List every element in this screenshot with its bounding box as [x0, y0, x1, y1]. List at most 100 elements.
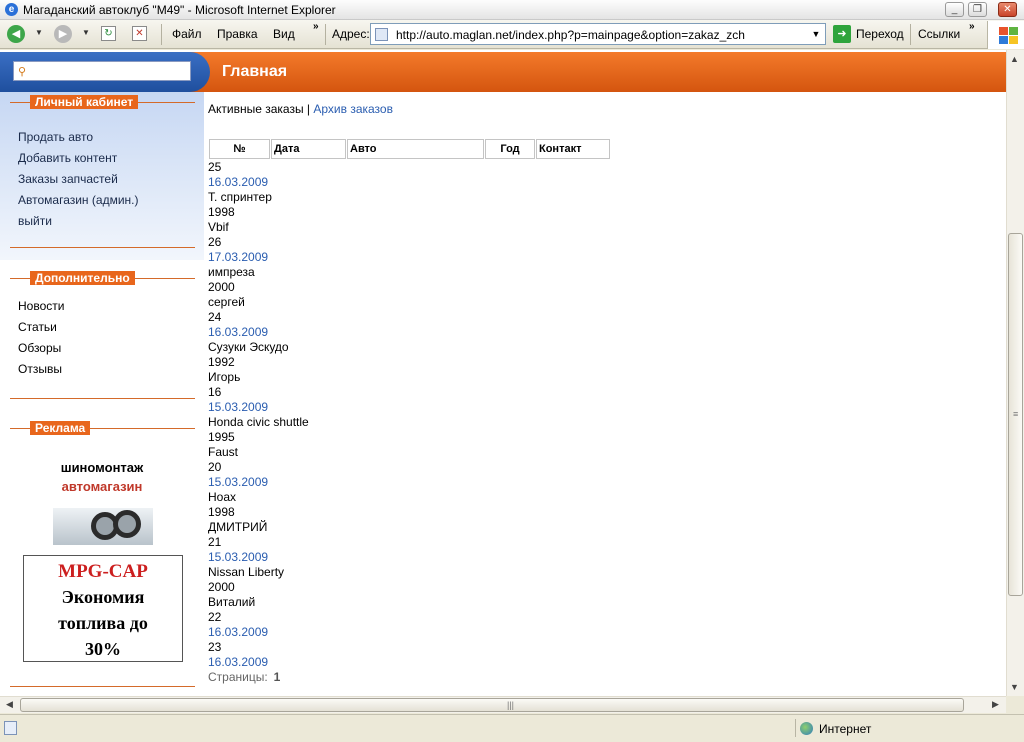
scroll-right-arrow-icon[interactable]: ▶ [992, 699, 999, 710]
order-date[interactable]: 16.03.2009 [208, 175, 309, 190]
ads-heading: Реклама [10, 421, 195, 435]
address-bar[interactable]: http://auto.maglan.net/index.php?p=mainp… [370, 23, 826, 45]
order-car: Т. спринтер [208, 190, 272, 204]
order-number: 26 [208, 235, 222, 249]
status-bar: Интернет [0, 714, 1024, 742]
order-number: 21 [208, 535, 222, 549]
sidebar-item-add-content[interactable]: Добавить контент [18, 151, 117, 165]
sidebar-item-feedback[interactable]: Отзывы [18, 362, 62, 376]
address-url[interactable]: http://auto.maglan.net/index.php?p=mainp… [396, 28, 745, 42]
stop-icon[interactable]: ✕ [132, 26, 147, 41]
pager-page-1[interactable]: 1 [274, 670, 281, 684]
order-year: 1995 [208, 430, 235, 444]
sidebar-item-articles[interactable]: Статьи [18, 320, 57, 334]
order-year: 2000 [208, 280, 235, 294]
close-button[interactable]: ✕ [998, 2, 1017, 17]
column-header-contact: Контакт [536, 139, 610, 159]
ad-automarket[interactable]: автомагазин [0, 479, 204, 494]
sidebar-divider [10, 247, 195, 248]
order-number: 16 [208, 385, 222, 399]
order-year: 1998 [208, 505, 235, 519]
mpg-cap-line2: топлива до [58, 613, 148, 633]
go-button[interactable]: Переход [856, 27, 904, 41]
order-contact: ДМИТРИЙ [208, 520, 268, 534]
maximize-button[interactable]: ❐ [968, 2, 987, 17]
order-year: 1992 [208, 355, 235, 369]
toolbar-separator [325, 24, 326, 45]
ad-tire-service[interactable]: шиномонтаж [0, 460, 204, 475]
order-date[interactable]: 16.03.2009 [208, 325, 309, 340]
minimize-button[interactable]: _ [945, 2, 964, 17]
windows-logo-icon [987, 21, 1024, 49]
scroll-left-arrow-icon[interactable]: ◀ [6, 699, 13, 710]
order-date[interactable]: 15.03.2009 [208, 400, 309, 415]
sidebar-divider [10, 398, 195, 399]
site-header: ⚲ Главная [0, 52, 1006, 92]
ads-title: Реклама [30, 421, 91, 435]
menu-edit[interactable]: Правка [217, 27, 258, 41]
sidebar-item-logout[interactable]: выйти [18, 214, 52, 228]
vertical-scroll-thumb[interactable]: ≡ [1008, 233, 1023, 596]
scroll-up-arrow-icon[interactable]: ▲ [1010, 54, 1019, 64]
horizontal-scrollbar[interactable]: ◀ ||| ▶ [0, 696, 1006, 713]
cabinet-title: Личный кабинет [30, 95, 139, 109]
menu-file[interactable]: Файл [172, 27, 202, 41]
order-date[interactable]: 17.03.2009 [208, 250, 309, 265]
orders-table: № Дата Авто Год Контакт [208, 138, 611, 160]
internet-zone-icon [800, 722, 813, 735]
scroll-down-arrow-icon[interactable]: ▼ [1010, 682, 1019, 692]
forward-dropdown-icon[interactable]: ▼ [82, 28, 90, 37]
menu-more-chevron-icon[interactable]: » [313, 21, 319, 32]
sidebar-item-automarket-admin[interactable]: Автомагазин (админ.) [18, 193, 138, 207]
window-titlebar: e Магаданский автоклуб "M49" - Microsoft… [0, 0, 1024, 20]
sidebar: Личный кабинет Продать авто Добавить кон… [0, 92, 204, 696]
mpg-cap-banner[interactable]: MPG-CAP Экономия топлива до 30% [23, 555, 183, 662]
order-date[interactable]: 15.03.2009 [208, 550, 309, 565]
vertical-scrollbar[interactable]: ▲ ≡ ▼ [1006, 50, 1024, 696]
links-more-chevron-icon[interactable]: » [969, 21, 975, 32]
column-header-number: № [209, 139, 270, 159]
order-rows: 25 16.03.2009 Т. спринтер 1998 Vbif 26 17.03.2… [208, 160, 309, 670]
sidebar-divider [10, 686, 195, 687]
order-date[interactable]: 15.03.2009 [208, 475, 309, 490]
mpg-cap-title: MPG-CAP [58, 561, 148, 582]
ie-icon: e [5, 3, 18, 16]
sidebar-item-reviews[interactable]: Обзоры [18, 341, 61, 355]
main-content: Активные заказы | Архив заказов № Дата А… [208, 92, 998, 696]
order-date[interactable]: 16.03.2009 [208, 655, 309, 670]
cabinet-heading: Личный кабинет [10, 95, 195, 109]
back-button[interactable]: ◀ [7, 25, 25, 43]
order-year: 2000 [208, 580, 235, 594]
back-dropdown-icon[interactable]: ▼ [35, 28, 43, 37]
horizontal-scroll-thumb[interactable]: ||| [20, 698, 964, 712]
tab-active-orders[interactable]: Активные заказы [208, 102, 304, 116]
extra-title: Дополнительно [30, 271, 135, 285]
orders-tabs: Активные заказы | Архив заказов [208, 102, 393, 116]
page-title: Главная [222, 63, 288, 80]
search-input[interactable] [32, 63, 187, 79]
sidebar-item-parts-orders[interactable]: Заказы запчастей [18, 172, 118, 186]
order-date[interactable]: 16.03.2009 [208, 625, 309, 640]
order-car: импреза [208, 265, 255, 279]
go-arrow-icon[interactable]: ➜ [833, 25, 851, 43]
tire-ad-image[interactable] [53, 508, 153, 545]
status-separator [795, 719, 796, 737]
site-search[interactable]: ⚲ [13, 61, 191, 81]
order-number: 24 [208, 310, 222, 324]
page-viewport: ⚲ Главная Личный кабинет Продать авто До… [0, 50, 1006, 696]
toolbar-separator [161, 24, 162, 45]
sidebar-item-news[interactable]: Новости [18, 299, 64, 313]
tab-separator: | [303, 102, 314, 116]
toolbar-separator [910, 24, 911, 45]
tab-orders-archive[interactable]: Архив заказов [313, 102, 393, 116]
forward-button[interactable]: ▶ [54, 25, 72, 43]
address-label: Адрес: [332, 27, 370, 41]
menu-view[interactable]: Вид [273, 27, 295, 41]
address-dropdown-icon[interactable]: ▼ [809, 26, 823, 42]
browser-toolbar: ◀ ▼ ▶ ▼ ↻ ✕ Файл Правка Вид » Адрес: htt… [0, 20, 1024, 49]
links-button[interactable]: Ссылки [918, 27, 960, 41]
column-header-date: Дата [271, 139, 346, 159]
sidebar-item-sell-car[interactable]: Продать авто [18, 130, 93, 144]
order-number: 25 [208, 160, 222, 174]
refresh-icon[interactable]: ↻ [101, 26, 116, 41]
